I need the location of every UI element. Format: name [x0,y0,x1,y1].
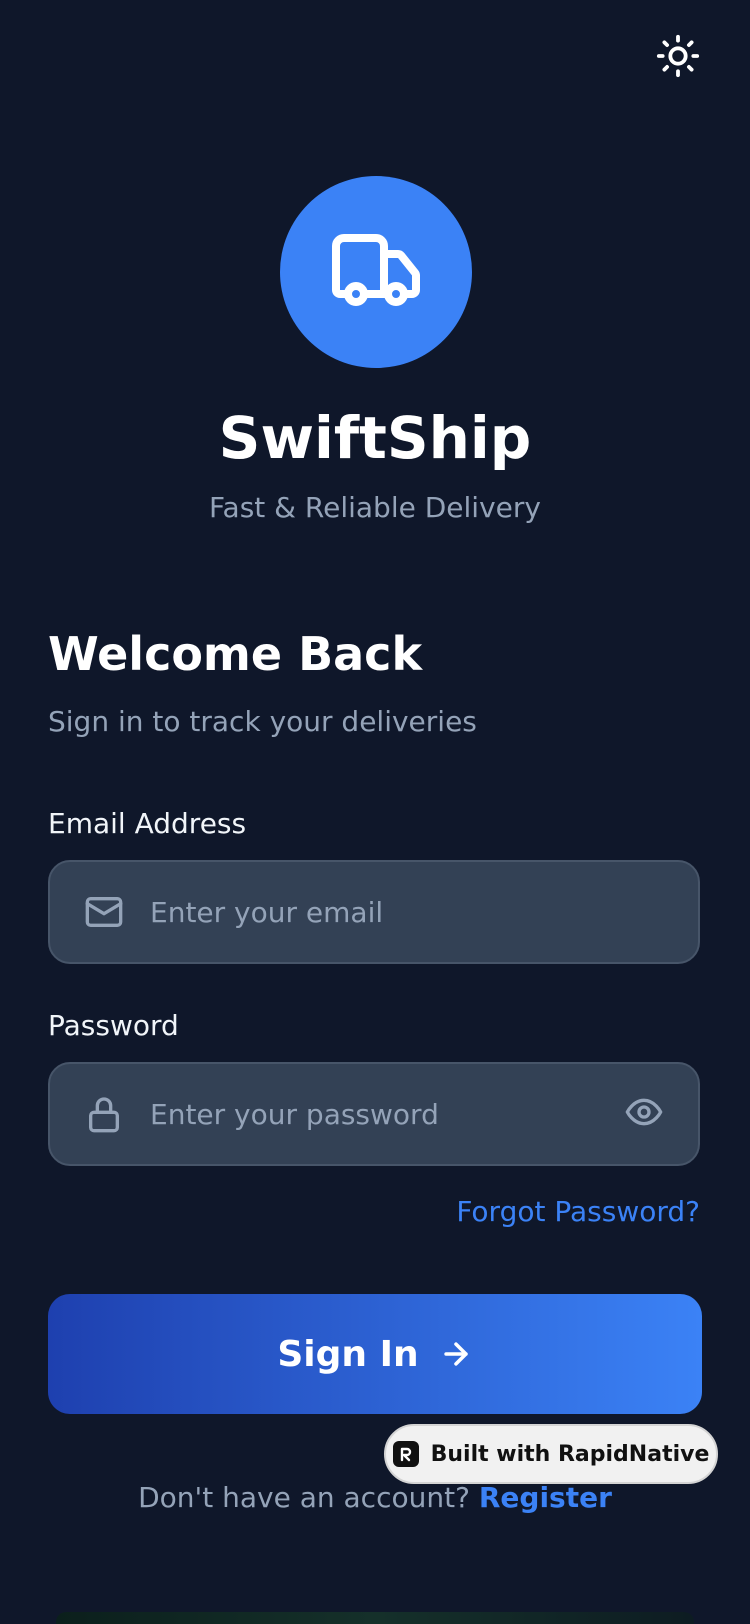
rapidnative-logo-icon [392,1441,419,1467]
password-field-container [48,1062,700,1166]
email-field-container [48,860,700,964]
badge-label: Built with RapidNative [430,1441,710,1467]
eye-icon [624,1092,664,1136]
built-with-badge[interactable]: Built with RapidNative [384,1424,718,1484]
app-name: SwiftShip [218,404,532,472]
register-prompt-row: Don't have an account? Register [0,1478,750,1518]
sign-in-label: Sign In [277,1333,419,1375]
mail-icon [82,890,126,934]
register-link[interactable]: Register [479,1481,612,1514]
welcome-title: Welcome Back [48,627,423,681]
truck-icon [328,222,424,322]
app-tagline: Fast & Reliable Delivery [209,491,541,524]
show-password-toggle[interactable] [622,1092,666,1136]
sign-in-button[interactable]: Sign In [48,1294,702,1414]
bottom-image-edge [56,1612,694,1624]
password-label: Password [48,1009,179,1042]
welcome-subtitle: Sign in to track your deliveries [48,705,477,738]
forgot-password-link[interactable]: Forgot Password? [456,1192,700,1232]
sun-icon [655,33,701,83]
app-logo [280,176,472,368]
register-prompt: Don't have an account? [138,1481,470,1514]
theme-toggle-button[interactable] [652,32,704,84]
email-input[interactable] [150,882,698,942]
lock-icon [82,1092,126,1136]
arrow-right-icon [439,1337,473,1371]
password-input[interactable] [150,1084,622,1144]
email-label: Email Address [48,807,247,840]
